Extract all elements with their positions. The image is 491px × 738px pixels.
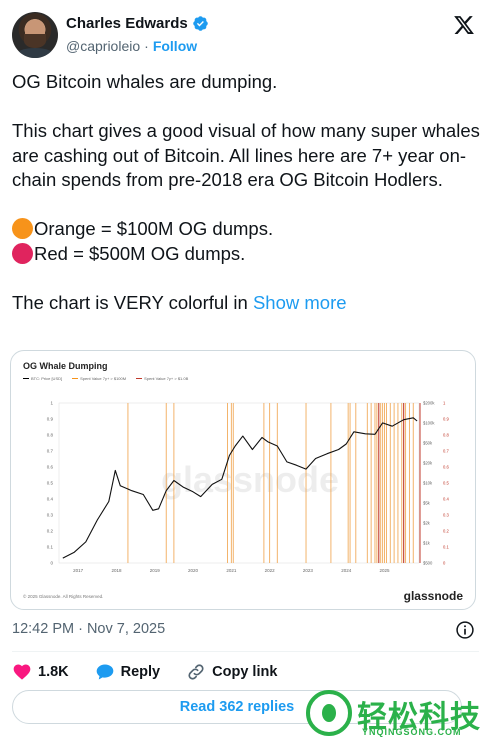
reply-bubble-icon [96, 664, 113, 680]
tweet-text: OG Bitcoin whales are dumping. This char… [12, 70, 482, 315]
info-icon[interactable] [455, 620, 475, 640]
y-right-tick-label: $5k [423, 501, 431, 506]
tweet-line-5: The chart is VERY colorful in Show more [12, 291, 482, 316]
site-logo-icon [306, 690, 352, 736]
x-tick-label: 2020 [188, 568, 199, 573]
y-right2-tick-label: 0.6 [443, 465, 449, 470]
y-left-tick-label: 1 [50, 401, 53, 406]
y-left-tick-label: 0.8 [47, 433, 54, 438]
orange-line-text: Orange = $100M OG dumps. [34, 218, 274, 239]
tweet-line-2: This chart gives a good visual of how ma… [12, 120, 480, 190]
y-left-tick-label: 0.5 [47, 481, 54, 486]
x-tick-label: 2021 [226, 568, 237, 573]
x-tick-label: 2018 [111, 568, 122, 573]
y-right2-tick-label: 0.3 [443, 513, 449, 518]
tweet-timestamp[interactable]: 12:42 PM · Nov 7, 2025 [12, 621, 165, 637]
like-count: 1.8K [38, 664, 69, 680]
x-tick-label: 2025 [380, 568, 391, 573]
y-right2-tick-label: 0.1 [443, 545, 449, 550]
red-line-text: Red = $500M OG dumps. [34, 242, 246, 264]
y-right-tick-label: $50k [423, 441, 433, 446]
y-right2-tick-label: 1 [443, 401, 446, 406]
price-line [62, 417, 418, 559]
author-handle[interactable]: @caprioleio [66, 38, 140, 54]
orange-legend-line: Orange = $100M OG dumps. [12, 217, 482, 242]
y-left-tick-label: 0.2 [47, 529, 54, 534]
follow-button[interactable]: Follow [153, 38, 197, 54]
site-watermark-english: YNQINGSONG.COM [362, 727, 462, 737]
y-left-tick-label: 0.1 [47, 545, 54, 550]
y-right2-tick-label: 0.9 [443, 417, 449, 422]
x-tick-label: 2023 [303, 568, 314, 573]
like-button[interactable]: 1.8K [12, 662, 69, 682]
x-tick-label: 2017 [73, 568, 84, 573]
y-right2-tick-label: 0 [443, 561, 446, 566]
verified-badge-icon [192, 16, 208, 31]
y-right-tick-label: $2k [423, 521, 431, 526]
y-right-tick-label: $500 [423, 561, 433, 566]
orange-circle-icon [12, 218, 33, 239]
show-more-link[interactable]: Show more [253, 292, 347, 313]
tweet-line-5-text: The chart is VERY colorful in [12, 291, 248, 313]
y-right-tick-label: $20k [423, 461, 433, 466]
reply-label: Reply [120, 664, 161, 680]
divider [12, 651, 479, 652]
y-right-tick-label: $10k [423, 481, 433, 486]
y-right2-tick-label: 0.4 [443, 497, 449, 502]
y-right2-tick-label: 0.8 [443, 433, 449, 438]
reply-button[interactable]: Reply [95, 662, 161, 682]
y-right-tick-label: $200k [423, 401, 435, 406]
tweet-line-1: OG Bitcoin whales are dumping. [12, 71, 278, 92]
y-left-tick-label: 0 [50, 561, 53, 566]
y-left-tick-label: 0.3 [47, 513, 54, 518]
x-tick-label: 2024 [341, 568, 352, 573]
x-logo-icon[interactable] [453, 14, 475, 36]
avatar[interactable] [12, 12, 58, 58]
site-watermark-logo: 轻松科技 YNQINGSONG.COM [304, 690, 491, 738]
copy-link-button[interactable]: Copy link [186, 662, 277, 682]
x-tick-label: 2019 [150, 568, 161, 573]
x-tick-label: 2022 [265, 568, 276, 573]
author-name[interactable]: Charles Edwards [66, 15, 188, 32]
chart-svg: 2017 2018 2019 2020 2021 2022 2023 2024 2025 0 0.1… [47, 401, 450, 574]
media-card[interactable]: OG Whale Dumping BTC: Price [USD] Spent … [10, 350, 476, 610]
y-left-tick-label: 0.4 [47, 497, 54, 502]
y-left-tick-label: 0.9 [47, 417, 54, 422]
y-right-tick-label: $100k [423, 421, 435, 426]
y-right-tick-label: $1k [423, 541, 431, 546]
red-circle-icon [12, 242, 33, 264]
heart-icon [13, 664, 31, 680]
y-right2-tick-label: 0.7 [443, 449, 449, 454]
avatar-beard [24, 34, 46, 48]
glassnode-brand: glassnode [403, 589, 463, 603]
handle-row: @caprioleio · Follow [66, 38, 197, 54]
name-row: Charles Edwards [66, 15, 209, 32]
avatar-shirt [16, 48, 54, 58]
action-bar: 1.8K Reply Copy link [12, 660, 277, 684]
y-right2-tick-label: 0.2 [443, 529, 449, 534]
copy-link-label: Copy link [212, 664, 278, 680]
separator-dot: · [144, 38, 149, 54]
chart-copyright: © 2025 Glassnode. All Rights Reserved. [23, 594, 104, 599]
y-left-tick-label: 0.7 [47, 449, 54, 454]
link-icon [188, 664, 204, 680]
red-legend-line: Red = $500M OG dumps. [12, 242, 482, 267]
y-right2-tick-label: 0.5 [443, 481, 449, 486]
y-left-tick-label: 0.6 [47, 465, 54, 470]
tweet-header: Charles Edwards @caprioleio · Follow [12, 12, 479, 60]
